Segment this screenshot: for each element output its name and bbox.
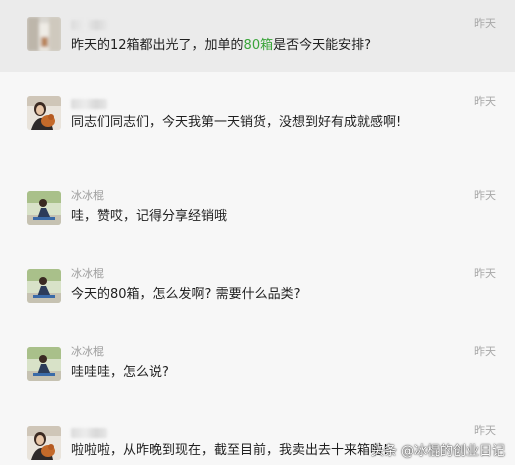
commenter-name bbox=[71, 99, 107, 109]
comment-time: 昨天 bbox=[474, 267, 496, 280]
comment-item[interactable]: 冰冰棍 昨天 哇哇哇，怎么说? bbox=[0, 334, 515, 406]
comment-text-part: 是否今天能安排? bbox=[273, 38, 371, 53]
person-outdoors-avatar-icon[interactable] bbox=[27, 269, 61, 303]
comment-text: 哇哇哇，怎么说? bbox=[71, 365, 169, 380]
watermark-text: 头条 @冰棍的创业日记 bbox=[370, 444, 505, 459]
person-outdoors-avatar-icon[interactable] bbox=[27, 347, 61, 381]
woman-with-dog-avatar-icon[interactable] bbox=[27, 426, 61, 460]
blurred-avatar-icon[interactable] bbox=[27, 17, 61, 51]
comment-time: 昨天 bbox=[474, 345, 496, 358]
comment-item[interactable]: 冰冰棍 昨天 哇，赞哎，记得分享经销哦 bbox=[0, 178, 515, 250]
comment-list: 昨天 昨天的12箱都出光了，加单的80箱是否今天能安排? 昨天 同志们同志们，今… bbox=[0, 0, 515, 465]
comment-time: 昨天 bbox=[474, 17, 496, 30]
commenter-name: 冰冰棍 bbox=[71, 189, 104, 202]
commenter-name bbox=[71, 20, 107, 30]
commenter-name: 冰冰棍 bbox=[71, 267, 104, 280]
comment-text: 哇，赞哎，记得分享经销哦 bbox=[71, 209, 228, 224]
comment-item[interactable]: 昨天 昨天的12箱都出光了，加单的80箱是否今天能安排? bbox=[0, 0, 515, 72]
comment-highlight-text: 80箱 bbox=[243, 38, 274, 53]
comment-text-part: 昨天的12箱都出光了，加单的 bbox=[71, 38, 244, 53]
comment-text: 今天的80箱，怎么发啊? 需要什么品类? bbox=[71, 287, 301, 302]
comment-text: 昨天的12箱都出光了，加单的80箱是否今天能安排? bbox=[71, 36, 411, 55]
commenter-name: 冰冰棍 bbox=[71, 345, 104, 358]
comment-item[interactable]: 冰冰棍 昨天 今天的80箱，怎么发啊? 需要什么品类? bbox=[0, 256, 515, 328]
comment-time: 昨天 bbox=[474, 424, 496, 437]
comment-time: 昨天 bbox=[474, 189, 496, 202]
person-outdoors-avatar-icon[interactable] bbox=[27, 191, 61, 225]
woman-with-dog-avatar-icon[interactable] bbox=[27, 96, 61, 130]
commenter-name bbox=[71, 428, 107, 438]
comment-text: 同志们同志们，今天我第一天销货，没想到好有成就感啊! bbox=[71, 115, 402, 130]
comment-time: 昨天 bbox=[474, 95, 496, 108]
comment-item[interactable]: 昨天 同志们同志们，今天我第一天销货，没想到好有成就感啊! bbox=[0, 80, 515, 168]
